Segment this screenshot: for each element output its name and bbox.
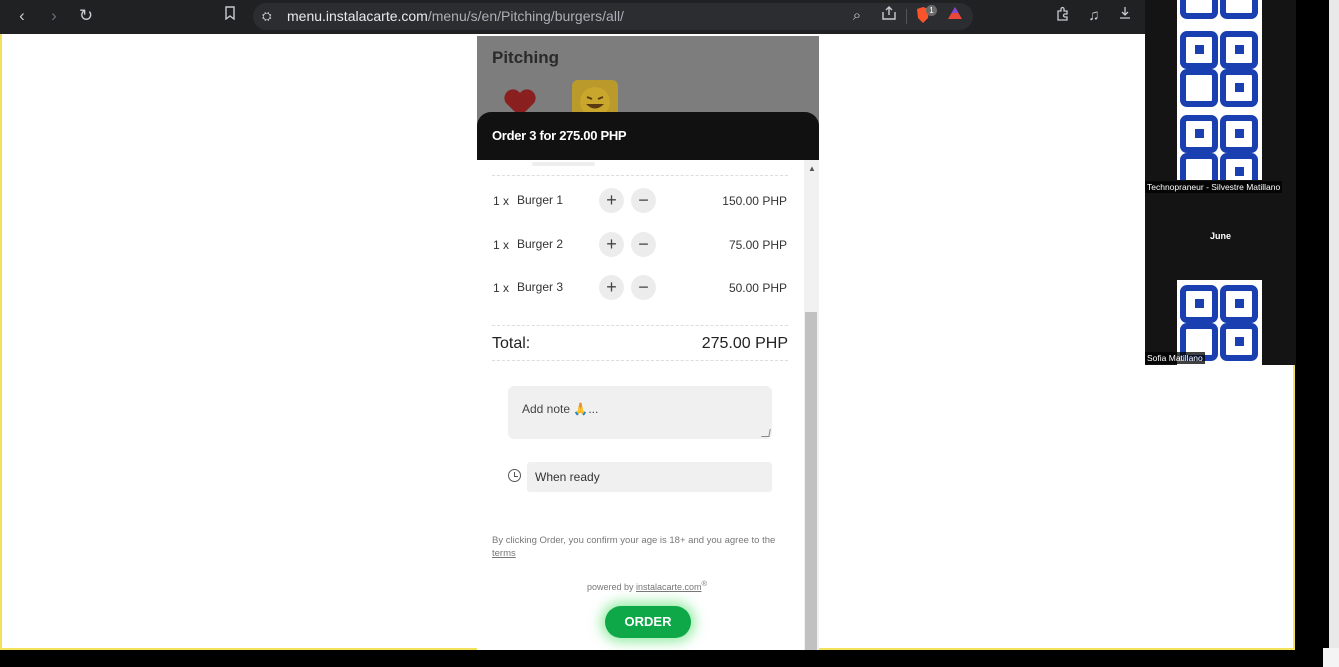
- powered-by-text: powered by: [586, 582, 634, 592]
- terms-link[interactable]: terms: [492, 548, 516, 559]
- shields-badge: 1: [926, 5, 937, 16]
- window-edge: [1329, 0, 1339, 667]
- add-note-field[interactable]: Add note 🙏...: [508, 386, 772, 439]
- item-quantity: 1 x: [493, 281, 510, 295]
- order-item-row: 1 x Burger 3 + − 50.00 PHP: [493, 275, 787, 301]
- url-path: /menu/s/en/Pitching/burgers/all/: [427, 8, 624, 24]
- participant-name: Technopraneur - Silvestre Matillano: [1145, 181, 1283, 193]
- url-text[interactable]: menu.instalacarte.com/menu/s/en/Pitching…: [287, 8, 624, 24]
- total-label: Total:: [492, 335, 531, 352]
- participant-video-tile[interactable]: [1177, 0, 1262, 180]
- url-host: menu.instalacarte.com: [287, 8, 428, 24]
- decrease-quantity-button[interactable]: −: [631, 275, 656, 300]
- participant-name: Sofia Matillano: [1145, 352, 1205, 364]
- pickup-time-select[interactable]: When ready: [527, 462, 772, 492]
- site-settings-icon[interactable]: ⛭: [262, 9, 272, 24]
- item-name: Burger 1: [517, 193, 564, 207]
- logo-qr-icon: [1180, 0, 1258, 180]
- drag-handle[interactable]: [532, 162, 595, 166]
- reload-icon[interactable]: ↻: [76, 6, 96, 26]
- instalacarte-link[interactable]: instalacarte.com: [636, 582, 702, 592]
- screen: ‹ › ↻ ⛭ menu.instalacarte.com/menu/s/en/…: [0, 0, 1339, 667]
- registered-mark: ®: [701, 579, 708, 588]
- scrollbar-thumb[interactable]: [805, 312, 817, 650]
- item-name: Burger 2: [517, 237, 564, 251]
- increase-quantity-button[interactable]: +: [599, 275, 624, 300]
- restaurant-name: Pitching: [492, 48, 560, 67]
- forward-icon[interactable]: ›: [44, 6, 64, 26]
- participant-name: June: [1209, 231, 1231, 241]
- clock-icon: [508, 469, 521, 482]
- bookmark-icon[interactable]: [220, 6, 240, 26]
- item-price: 75.00 PHP: [728, 238, 787, 252]
- item-price: 150.00 PHP: [722, 194, 787, 208]
- divider: [492, 360, 788, 361]
- window-corner: [1323, 648, 1339, 667]
- divider: [492, 325, 788, 326]
- zoom-icon[interactable]: ⌕: [847, 6, 867, 26]
- powered-by: powered by instalacarte.com®: [477, 579, 817, 592]
- order-title: Order 3 for 275.00 PHP: [492, 128, 627, 143]
- scroll-up-icon[interactable]: ▲: [808, 164, 816, 173]
- item-quantity: 1 x: [493, 238, 510, 252]
- toolbar-divider: [906, 9, 907, 24]
- divider: [492, 175, 788, 176]
- note-placeholder: Add note 🙏...: [522, 402, 599, 416]
- address-bar[interactable]: ⛭ menu.instalacarte.com/menu/s/en/Pitchi…: [253, 3, 973, 30]
- consent-text: By clicking Order, you confirm your age …: [492, 535, 776, 546]
- scrollbar[interactable]: ▲: [804, 160, 819, 650]
- order-item-row: 1 x Burger 1 + − 150.00 PHP: [493, 188, 787, 214]
- item-price: 50.00 PHP: [728, 281, 787, 295]
- extensions-icon[interactable]: [1053, 6, 1073, 26]
- pickup-time-value: When ready: [535, 470, 600, 484]
- media-icon[interactable]: ♫: [1084, 6, 1104, 26]
- order-button[interactable]: ORDER: [605, 606, 691, 638]
- back-icon[interactable]: ‹: [12, 6, 32, 26]
- order-sheet: 1 x Burger 1 + − 150.00 PHP 1 x Burger 2…: [477, 160, 804, 650]
- browser-toolbar: ‹ › ↻ ⛭ menu.instalacarte.com/menu/s/en/…: [0, 0, 1145, 34]
- decrease-quantity-button[interactable]: −: [631, 188, 656, 213]
- rewards-icon[interactable]: [945, 6, 965, 26]
- menu-backdrop: Pitching Order 3 for 275.00 PHP: [477, 36, 819, 160]
- participant-panel: Technopraneur - Silvestre Matillano June…: [1145, 0, 1296, 365]
- decrease-quantity-button[interactable]: −: [631, 232, 656, 257]
- download-icon[interactable]: [1115, 6, 1135, 26]
- resize-handle-icon[interactable]: [761, 429, 771, 437]
- item-quantity: 1 x: [493, 194, 510, 208]
- total-value: 275.00 PHP: [701, 335, 788, 352]
- order-item-row: 1 x Burger 2 + − 75.00 PHP: [493, 232, 787, 258]
- increase-quantity-button[interactable]: +: [599, 232, 624, 257]
- age-consent-text: By clicking Order, you confirm your age …: [492, 534, 792, 560]
- order-summary-header[interactable]: Order 3 for 275.00 PHP: [477, 112, 819, 160]
- share-icon[interactable]: [879, 6, 899, 26]
- increase-quantity-button[interactable]: +: [599, 188, 624, 213]
- menu-page: Pitching Order 3 for 275.00 PHP 1 x Burg…: [477, 36, 819, 650]
- item-name: Burger 3: [517, 280, 564, 294]
